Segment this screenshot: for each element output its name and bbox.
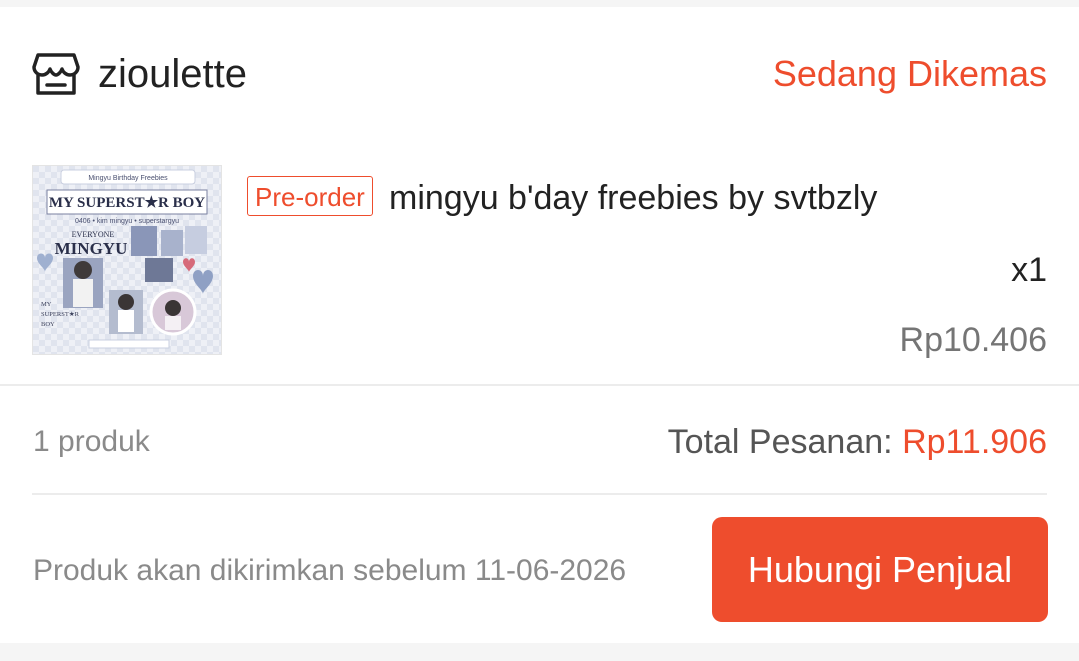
total-amount: Rp11.906 (902, 423, 1047, 461)
order-header: zioulette Sedang Dikemas (32, 43, 1047, 105)
contact-seller-button[interactable]: Hubungi Penjual (712, 517, 1048, 622)
product-count: 1 produk (33, 425, 150, 458)
divider (32, 493, 1047, 495)
product-price: Rp10.406 (899, 321, 1047, 359)
image-side-text-1: MY (41, 301, 52, 308)
divider (0, 384, 1079, 386)
order-total: Total Pesanan: Rp11.906 (668, 419, 1047, 465)
image-banner: MY SUPERST★R BOY (49, 195, 205, 211)
product-thumbnail[interactable]: Mingyu Birthday Freebies MY SUPERST★R BO… (32, 165, 222, 355)
shipping-note: Produk akan dikirimkan sebelum 11-06-202… (33, 554, 627, 587)
product-row[interactable]: Mingyu Birthday Freebies MY SUPERST★R BO… (32, 165, 1047, 361)
order-status: Sedang Dikemas (772, 53, 1047, 94)
product-quantity: x1 (1011, 251, 1047, 289)
image-side-text-2: SUPERST★R (41, 310, 80, 318)
image-side-text-3: BOY (41, 321, 55, 328)
store-icon (32, 51, 80, 97)
image-heading-big: MINGYU (55, 239, 128, 258)
image-top-caption: Mingyu Birthday Freebies (88, 175, 168, 182)
image-heading-small: EVERYONE (72, 230, 115, 239)
order-card[interactable]: zioulette Sedang Dikemas Mingyu Birthday… (0, 7, 1079, 643)
preorder-badge: Pre-order (247, 176, 373, 216)
shop-name[interactable]: zioulette (98, 49, 247, 99)
product-title[interactable]: mingyu b'day freebies by svtbzly (389, 175, 877, 221)
total-label: Total Pesanan: (667, 423, 903, 461)
image-subcaption: 0406 • kim mingyu • superstargyu (75, 218, 179, 225)
